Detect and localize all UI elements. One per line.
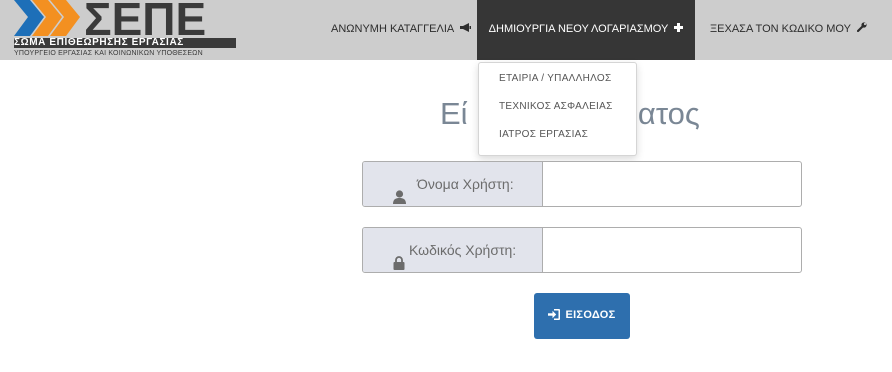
lock-icon bbox=[393, 243, 405, 272]
login-button-label: ΕΙΣΟΔΟΣ bbox=[565, 309, 616, 321]
username-label-box: Όνομα Χρήστη: bbox=[363, 162, 543, 206]
wrench-icon bbox=[856, 0, 867, 58]
plus-icon bbox=[674, 0, 684, 58]
sign-in-icon bbox=[548, 309, 565, 321]
sepe-logo[interactable]: ΣΕΠΕ ΣΩΜΑ ΕΠΙΘΕΩΡΗΣΗΣ ΕΡΓΑΣΙΑΣ ΥΠΟΥΡΓΕΙΟ… bbox=[0, 0, 240, 60]
create-account-dropdown: ΕΤΑΙΡΙΑ / ΥΠΑΛΛΗΛΟΣ ΤΕΧΝΙΚΟΣ ΑΣΦΑΛΕΙΑΣ Ι… bbox=[478, 62, 637, 156]
password-label: Κωδικός Χρήστη: bbox=[409, 242, 517, 258]
dropdown-item-occupational-doctor[interactable]: ΙΑΤΡΟΣ ΕΡΓΑΣΙΑΣ bbox=[499, 129, 588, 140]
page-title-start: Εί bbox=[440, 96, 468, 131]
username-input[interactable] bbox=[544, 162, 801, 206]
dropdown-item-safety-technician[interactable]: ΤΕΧΝΙΚΟΣ ΑΣΦΑΛΕΙΑΣ bbox=[499, 101, 613, 112]
bullhorn-icon bbox=[460, 0, 472, 58]
nav-anonymous-report-label: ΑΝΩΝΥΜΗ ΚΑΤΑΓΓΕΛΙΑ bbox=[331, 23, 455, 35]
nav-forgot-password[interactable]: ΞΕΧΑΣΑ ΤΟΝ ΚΩΔΙΚΟ ΜΟΥ bbox=[710, 0, 867, 60]
nav-create-account[interactable]: ΔΗΜΙΟΥΡΓΙΑ ΝΕΟΥ ΛΟΓΑΡΙΑΣΜΟΥ bbox=[477, 0, 695, 60]
top-navbar: ΣΕΠΕ ΣΩΜΑ ΕΠΙΘΕΩΡΗΣΗΣ ΕΡΓΑΣΙΑΣ ΥΠΟΥΡΓΕΙΟ… bbox=[0, 0, 892, 60]
nav-anonymous-report[interactable]: ΑΝΩΝΥΜΗ ΚΑΤΑΓΓΕΛΙΑ bbox=[331, 0, 472, 60]
password-label-box: Κωδικός Χρήστη: bbox=[363, 228, 543, 272]
username-field-group: Όνομα Χρήστη: bbox=[362, 161, 802, 207]
login-button[interactable]: ΕΙΣΟΔΟΣ bbox=[534, 293, 630, 339]
dropdown-item-company-employee[interactable]: ΕΤΑΙΡΙΑ / ΥΠΑΛΛΗΛΟΣ bbox=[499, 73, 611, 84]
username-label: Όνομα Χρήστη: bbox=[417, 176, 514, 192]
password-input[interactable] bbox=[544, 228, 801, 272]
logo-ministry: ΥΠΟΥΡΓΕΙΟ ΕΡΓΑΣΙΑΣ ΚΑΙ ΚΟΙΝΩΝΙΚΩΝ ΥΠΟΘΕΣ… bbox=[14, 50, 203, 57]
logo-subtitle: ΣΩΜΑ ΕΠΙΘΕΩΡΗΣΗΣ ΕΡΓΑΣΙΑΣ bbox=[14, 38, 236, 48]
nav-create-account-label: ΔΗΜΙΟΥΡΓΙΑ ΝΕΟΥ ΛΟΓΑΡΙΑΣΜΟΥ bbox=[488, 23, 669, 35]
user-icon bbox=[393, 177, 406, 206]
password-field-group: Κωδικός Χρήστη: bbox=[362, 227, 802, 273]
nav-forgot-password-label: ΞΕΧΑΣΑ ΤΟΝ ΚΩΔΙΚΟ ΜΟΥ bbox=[710, 23, 851, 35]
